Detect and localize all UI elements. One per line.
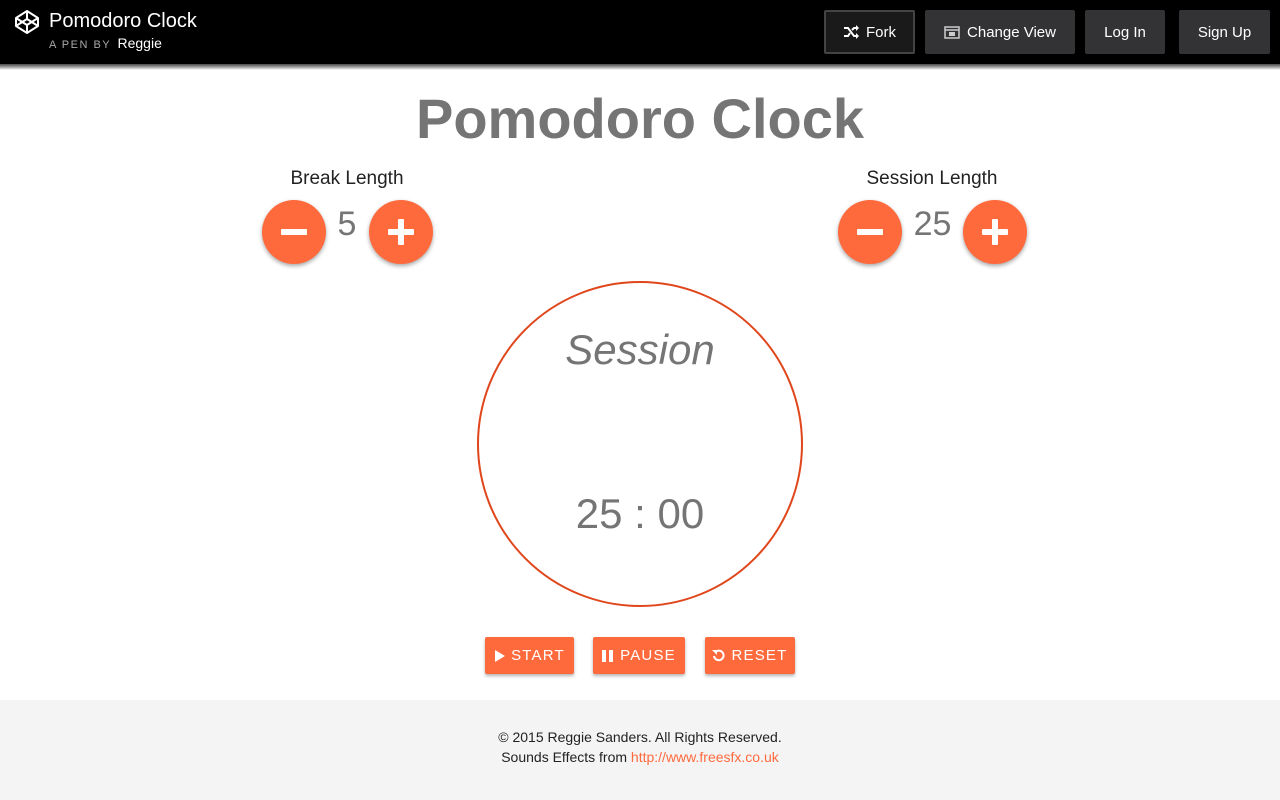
sign-up-button[interactable]: Sign Up <box>1179 10 1270 54</box>
break-length-value: 5 <box>337 205 357 243</box>
break-increment-button[interactable] <box>369 200 433 264</box>
sounds-credit-text: Sounds Effects from <box>501 749 628 765</box>
fork-label: Fork <box>866 23 896 41</box>
log-in-button[interactable]: Log In <box>1085 10 1165 54</box>
change-view-button[interactable]: Change View <box>925 10 1075 54</box>
codepen-header: Pomodoro Clock A PEN BY Reggie Fork Chan… <box>0 0 1280 64</box>
pause-label: PAUSE <box>620 647 676 664</box>
minus-icon <box>857 229 883 235</box>
minus-icon <box>281 229 307 235</box>
session-length-value: 25 <box>913 205 952 243</box>
start-button[interactable]: START <box>485 637 574 674</box>
footer: © 2015 Reggie Sanders. All Rights Reserv… <box>0 700 1280 800</box>
change-view-label: Change View <box>967 23 1056 41</box>
fork-button[interactable]: Fork <box>824 10 915 54</box>
freesfx-link[interactable]: http://www.freesfx.co.uk <box>631 749 779 765</box>
page-title: Pomodoro Clock <box>415 87 865 150</box>
author-link[interactable]: Reggie <box>118 35 162 51</box>
header-shadow <box>0 64 1280 70</box>
sounds-credit: Sounds Effects from http://www.freesfx.c… <box>0 747 1280 767</box>
session-length-label: Session Length <box>866 168 998 189</box>
pen-byline: A PEN BY Reggie <box>49 35 162 53</box>
session-decrement-button[interactable] <box>838 200 902 264</box>
pause-button[interactable]: PAUSE <box>593 637 685 674</box>
plus-icon-vertical <box>398 219 404 245</box>
change-view-icon <box>944 25 960 39</box>
copyright-text: © 2015 Reggie Sanders. All Rights Reserv… <box>498 729 782 745</box>
start-label: START <box>511 647 565 664</box>
plus-icon-vertical <box>992 219 998 245</box>
play-icon <box>494 649 506 662</box>
break-length-label: Break Length <box>290 168 404 189</box>
reset-button[interactable]: RESET <box>705 637 795 674</box>
break-decrement-button[interactable] <box>262 200 326 264</box>
pen-by-prefix: A PEN BY <box>49 39 111 51</box>
timer-mode-label: Session <box>565 326 715 373</box>
reset-icon <box>712 649 726 662</box>
session-increment-button[interactable] <box>963 200 1027 264</box>
codepen-logo-icon[interactable] <box>14 9 40 35</box>
timer-display: 25 : 00 <box>575 490 705 537</box>
fork-icon <box>843 25 859 39</box>
reset-label: RESET <box>731 647 788 664</box>
pause-icon <box>602 649 614 662</box>
timer-circle[interactable]: Session 25 : 00 <box>477 281 803 607</box>
pen-title: Pomodoro Clock <box>49 10 197 32</box>
